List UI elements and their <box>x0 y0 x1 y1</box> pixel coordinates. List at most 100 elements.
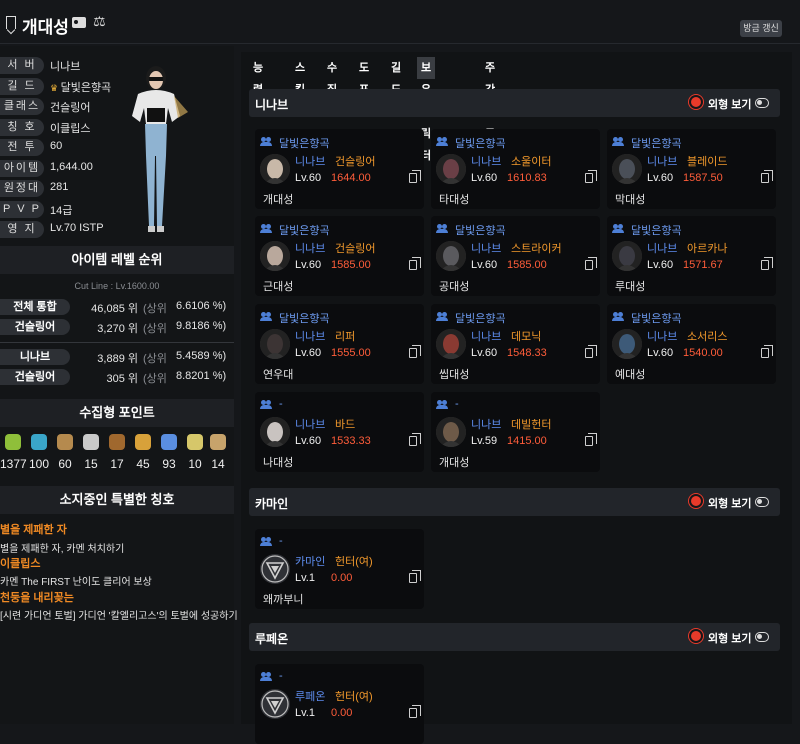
world-tree-leaf-icon[interactable] <box>161 434 177 450</box>
scale-icon[interactable]: ⚖ <box>93 13 106 30</box>
character-name[interactable]: 왜까부니 <box>263 591 303 607</box>
copy-icon[interactable] <box>409 705 421 718</box>
ranking-row: 니나브 3,889 위 (상위 5.4589 %) <box>0 348 234 366</box>
character-card[interactable]: - 니나브 데빌헌터 Lv.59 1415.00 개대성 <box>431 392 600 472</box>
tab-4[interactable]: 길드 <box>387 57 405 96</box>
profile-key: 영 지 <box>0 221 44 238</box>
collection-value: 17 <box>110 457 124 471</box>
toggle-switch[interactable] <box>755 497 769 507</box>
toggle-switch[interactable] <box>755 98 769 108</box>
copy-icon[interactable] <box>409 570 421 583</box>
collection-value: 15 <box>84 457 98 471</box>
guild-name[interactable]: 달빛은향곡 <box>631 135 682 151</box>
sun-icon[interactable] <box>691 631 701 641</box>
guild-name[interactable]: 달빛은향곡 <box>455 135 506 151</box>
copy-icon[interactable] <box>585 257 597 270</box>
ranking-unit: (상위 <box>143 323 167 335</box>
character-name[interactable]: 막대성 <box>615 191 645 207</box>
ranking-row: 건슬링어 305 위 (상위 8.8201 %) <box>0 368 234 386</box>
guild-name[interactable]: 달빛은향곡 <box>455 310 506 326</box>
character-card[interactable]: 달빛은향곡 니나브 아르카나 Lv.60 1571.67 루대성 <box>607 216 776 296</box>
character-name[interactable]: 개대성 <box>439 454 469 470</box>
tab-1[interactable]: 스킬 <box>291 57 309 96</box>
id-card-icon[interactable] <box>72 17 86 28</box>
character-name[interactable]: 루대성 <box>615 278 645 294</box>
character-name[interactable]: 나대성 <box>263 454 293 470</box>
guild-name[interactable]: 달빛은향곡 <box>455 222 506 238</box>
copy-icon[interactable] <box>409 257 421 270</box>
character-card[interactable]: 달빛은향곡 니나브 소서리스 Lv.60 1540.00 예대성 <box>607 304 776 384</box>
character-card[interactable]: 달빛은향곡 니나브 건슬링어 Lv.60 1644.00 개대성 <box>255 129 424 209</box>
bookmark-icon[interactable] <box>6 16 16 29</box>
character-card[interactable]: 달빛은향곡 니나브 리퍼 Lv.60 1555.00 연우대 <box>255 304 424 384</box>
sea-bounty-icon[interactable] <box>187 434 203 450</box>
character-card[interactable]: 달빛은향곡 니나브 블레이드 Lv.60 1587.50 막대성 <box>607 129 776 209</box>
copy-icon[interactable] <box>761 345 773 358</box>
orpheus-star-icon[interactable] <box>135 434 151 450</box>
class-name: 아르카나 <box>687 243 728 255</box>
character-card[interactable]: - 루페온 헌터(여) Lv.1 0.00 <box>255 664 424 744</box>
server-name: 니나브 <box>471 156 502 168</box>
guild-name[interactable]: 달빛은향곡 <box>631 222 682 238</box>
ignea-token-icon[interactable] <box>109 434 125 450</box>
class-name: 리퍼 <box>335 331 356 343</box>
giant-heart-icon[interactable] <box>83 434 99 450</box>
character-name[interactable]: 예대성 <box>615 366 645 382</box>
mokoko-seed-icon[interactable] <box>5 434 21 450</box>
guild-name[interactable]: 달빛은향곡 <box>279 310 330 326</box>
guild-name[interactable]: 달빛은향곡 <box>61 82 112 94</box>
class-name: 소서리스 <box>687 331 728 343</box>
guild-name[interactable]: 달빛은향곡 <box>279 135 330 151</box>
tab-0[interactable]: 능력치 <box>249 57 267 118</box>
collection-value: 14 <box>211 457 225 471</box>
tab-3[interactable]: 도표 <box>355 57 373 96</box>
guild-name[interactable]: - <box>279 398 283 410</box>
character-card[interactable]: 달빛은향곡 니나브 데모닉 Lv.60 1548.33 씹대성 <box>431 304 600 384</box>
mokoko-medal-icon[interactable] <box>210 434 226 450</box>
character-card[interactable]: - 니나브 바드 Lv.60 1533.33 나대성 <box>255 392 424 472</box>
character-name[interactable]: 타대성 <box>439 191 469 207</box>
copy-icon[interactable] <box>761 257 773 270</box>
avatar <box>260 154 290 184</box>
copy-icon[interactable] <box>585 345 597 358</box>
refresh-button[interactable]: 방금 갱신 <box>740 20 782 37</box>
character-name[interactable]: 개대성 <box>263 191 293 207</box>
character-card[interactable]: 달빛은향곡 니나브 소울이터 Lv.60 1610.83 타대성 <box>431 129 600 209</box>
tab-5[interactable]: 보유 캐릭터 <box>417 57 436 162</box>
avatar <box>612 241 642 271</box>
guild-name[interactable]: 달빛은향곡 <box>631 310 682 326</box>
art-icon[interactable] <box>57 434 73 450</box>
copy-icon[interactable] <box>409 433 421 446</box>
view-appearance-label[interactable]: 외형 보기 <box>708 96 752 112</box>
view-appearance-label[interactable]: 외형 보기 <box>708 495 752 511</box>
copy-icon[interactable] <box>585 433 597 446</box>
toggle-switch[interactable] <box>755 632 769 642</box>
character-level: Lv.60 <box>295 259 322 271</box>
ranking-percent: 8.8201 %) <box>176 370 227 382</box>
tab-6[interactable]: 주간골드획득 <box>481 57 499 184</box>
item-level: 1548.33 <box>507 347 547 359</box>
guild-name[interactable]: - <box>279 535 283 547</box>
character-name[interactable]: 연우대 <box>263 366 293 382</box>
server-name: 니나브 <box>471 331 502 343</box>
character-card[interactable]: 달빛은향곡 니나브 스트라이커 Lv.60 1585.00 공대성 <box>431 216 600 296</box>
island-heart-icon[interactable] <box>31 434 47 450</box>
sun-icon[interactable] <box>691 97 701 107</box>
character-card[interactable]: 달빛은향곡 니나브 건슬링어 Lv.60 1585.00 근대성 <box>255 216 424 296</box>
ranking-unit: (상위 <box>143 373 167 385</box>
copy-icon[interactable] <box>761 170 773 183</box>
view-appearance-label[interactable]: 외형 보기 <box>708 630 752 646</box>
tab-2[interactable]: 수집 <box>323 57 341 96</box>
guild-name[interactable]: 달빛은향곡 <box>279 222 330 238</box>
copy-icon[interactable] <box>585 170 597 183</box>
copy-icon[interactable] <box>409 345 421 358</box>
character-card[interactable]: - 카마인 헌터(여) Lv.1 0.00 왜까부니 <box>255 529 424 609</box>
guild-name[interactable]: - <box>455 398 459 410</box>
guild-name[interactable]: - <box>279 670 283 682</box>
character-name[interactable]: 씹대성 <box>439 366 469 382</box>
sun-icon[interactable] <box>691 496 701 506</box>
character-name[interactable]: 공대성 <box>439 278 469 294</box>
copy-icon[interactable] <box>409 170 421 183</box>
server-name: 니나브 <box>647 156 678 168</box>
character-name[interactable]: 근대성 <box>263 278 293 294</box>
